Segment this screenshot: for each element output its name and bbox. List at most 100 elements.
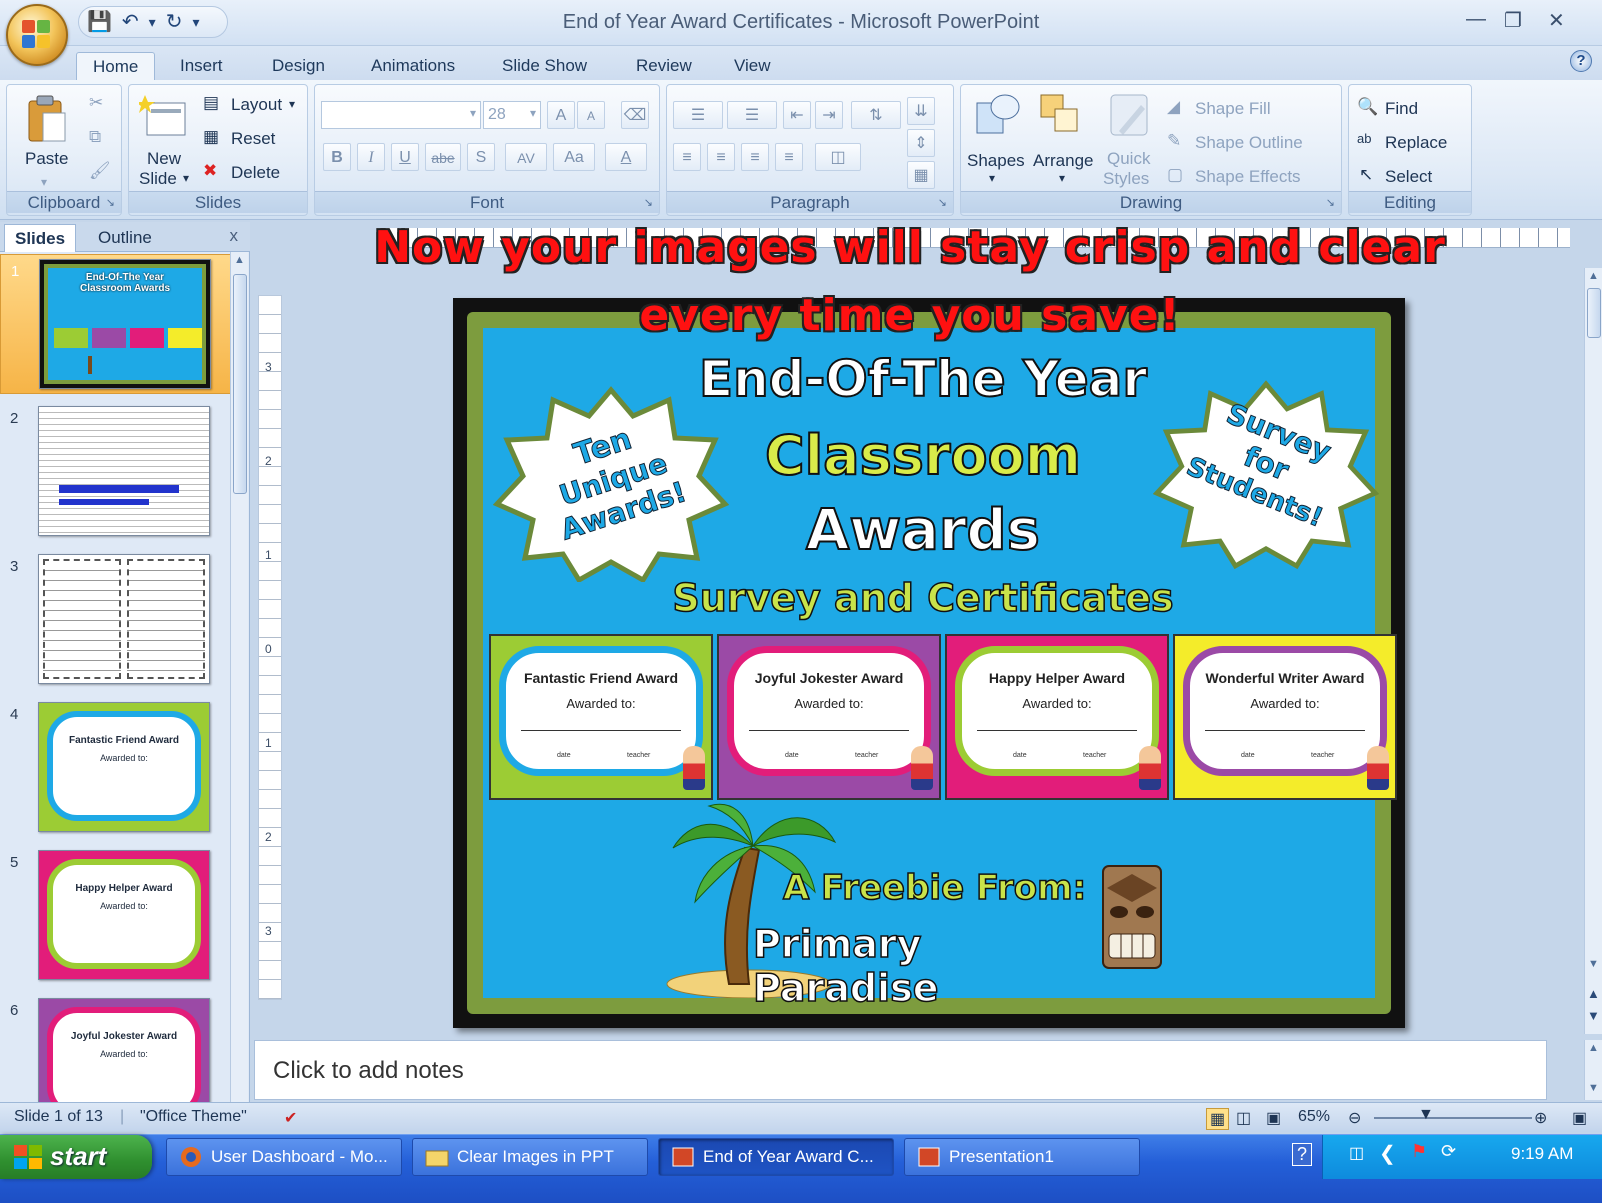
network-icon[interactable]: ◫ [1349, 1143, 1364, 1163]
tab-design[interactable]: Design [256, 52, 341, 80]
tab-outline[interactable]: Outline [88, 224, 162, 252]
taskbar-item-powerpoint-active[interactable]: End of Year Award C... [658, 1138, 894, 1176]
scroll-down-icon[interactable]: ▼ [1588, 1082, 1599, 1094]
scroll-up-icon[interactable]: ▲ [234, 254, 245, 266]
certificate-card[interactable]: Happy Helper Award Awarded to: date teacher [945, 634, 1169, 800]
chevron-down-icon[interactable]: ▾ [41, 175, 47, 189]
font-size-combo[interactable]: 28 ▾ [483, 101, 541, 129]
dialog-launcher-icon[interactable]: ↘ [938, 196, 947, 209]
chevron-down-icon[interactable]: ▾ [1059, 171, 1065, 185]
replace-icon[interactable]: ab [1357, 131, 1371, 146]
restore-icon[interactable]: ❐ [1504, 8, 1522, 33]
change-case-button[interactable]: Aa [553, 143, 595, 171]
dialog-launcher-icon[interactable]: ↘ [1326, 196, 1335, 209]
sync-icon[interactable]: ⟳ [1441, 1141, 1456, 1162]
quick-styles-icon[interactable] [1107, 91, 1153, 143]
slide-thumbnail[interactable]: 4 Fantastic Friend Award Awarded to: [0, 698, 232, 838]
chevron-down-icon[interactable]: ▾ [183, 171, 189, 185]
new-slide-label[interactable]: New [147, 149, 181, 169]
scroll-up-icon[interactable]: ▲ [1588, 1042, 1599, 1054]
smartart-icon[interactable]: ▦ [907, 161, 935, 189]
slide-sorter-icon[interactable]: ◫ [1236, 1108, 1251, 1128]
clear-formatting-icon[interactable]: ⌫ [621, 101, 649, 129]
text-direction-icon[interactable]: ⇊ [907, 97, 935, 125]
close-pane-icon[interactable]: x [230, 226, 239, 246]
zoom-slider[interactable] [1374, 1117, 1532, 1119]
zoom-slider-thumb-icon[interactable]: ▼ [1418, 1106, 1434, 1124]
align-text-icon[interactable]: ⇕ [907, 129, 935, 157]
character-spacing-button[interactable]: AV [505, 143, 547, 171]
chevron-down-icon[interactable]: ▾ [289, 97, 295, 111]
font-color-button[interactable]: A [605, 143, 647, 171]
office-button[interactable] [6, 4, 68, 66]
notes-scrollbar[interactable]: ▲ ▼ [1584, 1040, 1602, 1100]
line-spacing-icon[interactable]: ⇅ [851, 101, 901, 129]
slide-subtitle[interactable]: Survey and Certificates [603, 575, 1243, 621]
grow-font-button[interactable]: A [547, 101, 575, 129]
tab-slides[interactable]: Slides [4, 224, 77, 252]
dialog-launcher-icon[interactable]: ↘ [644, 196, 653, 209]
next-slide-icon[interactable]: ▼ [1587, 1008, 1600, 1023]
notes-placeholder[interactable]: Click to add notes [273, 1057, 464, 1085]
columns-icon[interactable]: ◫ [815, 143, 861, 171]
bold-button[interactable]: B [323, 143, 351, 171]
slide-title-line-1[interactable]: End-Of-The Year [663, 349, 1183, 409]
current-slide[interactable]: End-Of-The Year Classroom Awards Survey … [453, 298, 1405, 1028]
tab-view[interactable]: View [718, 52, 787, 80]
reset-button[interactable]: Reset [231, 129, 275, 149]
underline-button[interactable]: U [391, 143, 419, 171]
zoom-level[interactable]: 65% [1298, 1108, 1330, 1126]
slide-title-line-2[interactable]: Classroom [663, 423, 1183, 488]
taskbar-item-folder[interactable]: Clear Images in PPT [412, 1138, 648, 1176]
certificate-card[interactable]: Fantastic Friend Award Awarded to: date tea… [489, 634, 713, 800]
slide-thumbnail[interactable]: 2 [0, 402, 232, 542]
paste-button[interactable]: Paste [25, 149, 68, 169]
slide-thumbnail[interactable]: 5 Happy Helper Award Awarded to: [0, 846, 232, 986]
normal-view-icon[interactable]: ▦ [1206, 1108, 1230, 1130]
numbering-icon[interactable]: ☰ [727, 101, 777, 129]
replace-button[interactable]: Replace [1385, 133, 1447, 153]
shape-outline-button[interactable]: Shape Outline [1195, 133, 1303, 153]
minimize-icon[interactable]: — [1466, 8, 1486, 31]
quick-label[interactable]: Quick [1107, 149, 1150, 169]
find-icon[interactable]: 🔍 [1357, 97, 1378, 117]
paste-icon[interactable] [25, 93, 69, 145]
taskbar-item-powerpoint[interactable]: Presentation1 [904, 1138, 1140, 1176]
tab-insert[interactable]: Insert [164, 52, 239, 80]
format-painter-icon[interactable]: 🖌 [89, 161, 111, 181]
scroll-up-icon[interactable]: ▲ [1588, 270, 1599, 282]
copy-icon[interactable]: ⧉ [89, 127, 101, 147]
certificate-card[interactable]: Joyful Jokester Award Awarded to: date teac… [717, 634, 941, 800]
bullets-icon[interactable]: ☰ [673, 101, 723, 129]
freebie-line-1[interactable]: A Freebie From: [782, 867, 1103, 909]
align-left-icon[interactable]: ≡ [673, 143, 701, 171]
scroll-down-icon[interactable]: ▼ [1588, 958, 1599, 970]
justify-icon[interactable]: ≡ [775, 143, 803, 171]
font-family-combo[interactable]: ▾ [321, 101, 481, 129]
slide-area-scrollbar[interactable]: ▲ ▼ ▲ ▼ [1584, 268, 1602, 1034]
notes-pane[interactable]: Click to add notes [254, 1040, 1547, 1100]
help-icon[interactable]: ? [1570, 50, 1592, 72]
reset-icon[interactable]: ▦ [203, 127, 219, 147]
strikethrough-button[interactable]: abe [425, 143, 461, 171]
layout-button[interactable]: Layout [231, 95, 282, 115]
chevron-down-icon[interactable]: ▾ [989, 171, 995, 185]
select-button[interactable]: Select [1385, 167, 1432, 187]
slide-show-icon[interactable]: ▣ [1266, 1108, 1281, 1128]
italic-button[interactable]: I [357, 143, 385, 171]
shadow-button[interactable]: S [467, 143, 495, 171]
security-icon[interactable]: ⚑ [1411, 1141, 1427, 1162]
styles-label[interactable]: Styles [1103, 169, 1149, 189]
arrange-icon[interactable] [1037, 91, 1087, 143]
shapes-button[interactable]: Shapes [967, 151, 1025, 171]
tab-slide-show[interactable]: Slide Show [486, 52, 603, 80]
taskbar-item-firefox[interactable]: User Dashboard - Mo... [166, 1138, 402, 1176]
dialog-launcher-icon[interactable]: ↘ [106, 196, 115, 209]
layout-icon[interactable]: ▤ [203, 93, 219, 113]
shrink-font-button[interactable]: A [577, 101, 605, 129]
tab-review[interactable]: Review [620, 52, 708, 80]
increase-indent-icon[interactable]: ⇥ [815, 101, 843, 129]
tab-animations[interactable]: Animations [355, 52, 471, 80]
align-right-icon[interactable]: ≡ [741, 143, 769, 171]
previous-slide-icon[interactable]: ▲ [1587, 986, 1600, 1001]
